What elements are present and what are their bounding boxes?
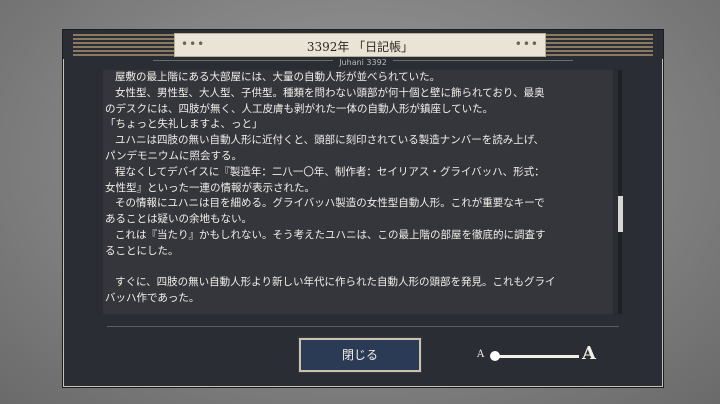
window-header: ••• 3392年 「日記帳」 ••• xyxy=(63,30,663,59)
text-line: バッハ作であった。 xyxy=(105,292,200,305)
scrollbar-thumb[interactable] xyxy=(618,196,623,232)
text-line: のデスクには、四肢が無く、人工皮膚も剥がれた一体の自動人形が鎮座していた。 xyxy=(105,102,494,115)
subtitle-text: Juhani 3392 xyxy=(333,58,393,67)
text-line: 「ちょっと失礼しますよ、っと」 xyxy=(105,118,263,131)
header-stripe-right xyxy=(546,34,653,56)
text-line: すぐに、四肢の無い自動人形より新しい年代に作られた自動人形の頭部を発見。これもグ… xyxy=(115,276,556,289)
text-line: 屋敷の最上階にある大部屋には、大量の自動人形が並べられていた。 xyxy=(115,71,441,83)
diary-window: ••• 3392年 「日記帳」 ••• Juhani 3392 屋敷の最上階にあ… xyxy=(62,29,664,388)
text-line: ユハニは四肢の無い自動人形に近付くと、頭部に刻印されている製造ナンバーを読み上げ… xyxy=(115,134,545,147)
font-size-large-icon: A xyxy=(582,343,596,364)
font-size-slider[interactable] xyxy=(495,355,579,358)
text-line: これは『当たり』かもしれない。そう考えたユハニは、この最上階の部屋を徹底的に調査… xyxy=(115,228,546,241)
text-line: 女性型、男性型、大人型、子供型。種類を問わない頭部が何十個と壁に飾られており、最… xyxy=(115,86,545,99)
page-title: 3392年 「日記帳」 xyxy=(306,40,414,54)
text-line: ることにした。 xyxy=(105,244,179,257)
text-line xyxy=(103,260,613,276)
subtitle: Juhani 3392 xyxy=(63,58,663,67)
dots-right-icon: ••• xyxy=(514,37,539,51)
font-size-slider-knob[interactable] xyxy=(490,351,500,361)
diary-text-area[interactable]: 屋敷の最上階にある大部屋には、大量の自動人形が並べられていた。 女性型、男性型、… xyxy=(103,70,613,314)
header-stripe-left xyxy=(73,34,174,56)
scrollbar-track[interactable] xyxy=(618,70,622,314)
text-line: 女性型』といった一連の情報が表示された。 xyxy=(105,181,315,194)
text-line: 程なくしてデバイスに『製造年：二八一〇年、制作者：セイリアス・グライバッハ、形式… xyxy=(115,165,545,178)
close-button[interactable]: 閉じる xyxy=(298,337,422,373)
text-line: パンデモニウムに照会する。 xyxy=(105,149,243,162)
footer-divider xyxy=(107,326,619,327)
text-line: その情報にユハニは目を細める。グライバッハ製造の女性型自動人形。これが重要なキー… xyxy=(115,197,545,210)
title-plate: ••• 3392年 「日記帳」 ••• xyxy=(174,33,546,57)
font-size-small-icon: A xyxy=(477,349,485,360)
text-line: あることは疑いの余地もない。 xyxy=(105,213,252,226)
